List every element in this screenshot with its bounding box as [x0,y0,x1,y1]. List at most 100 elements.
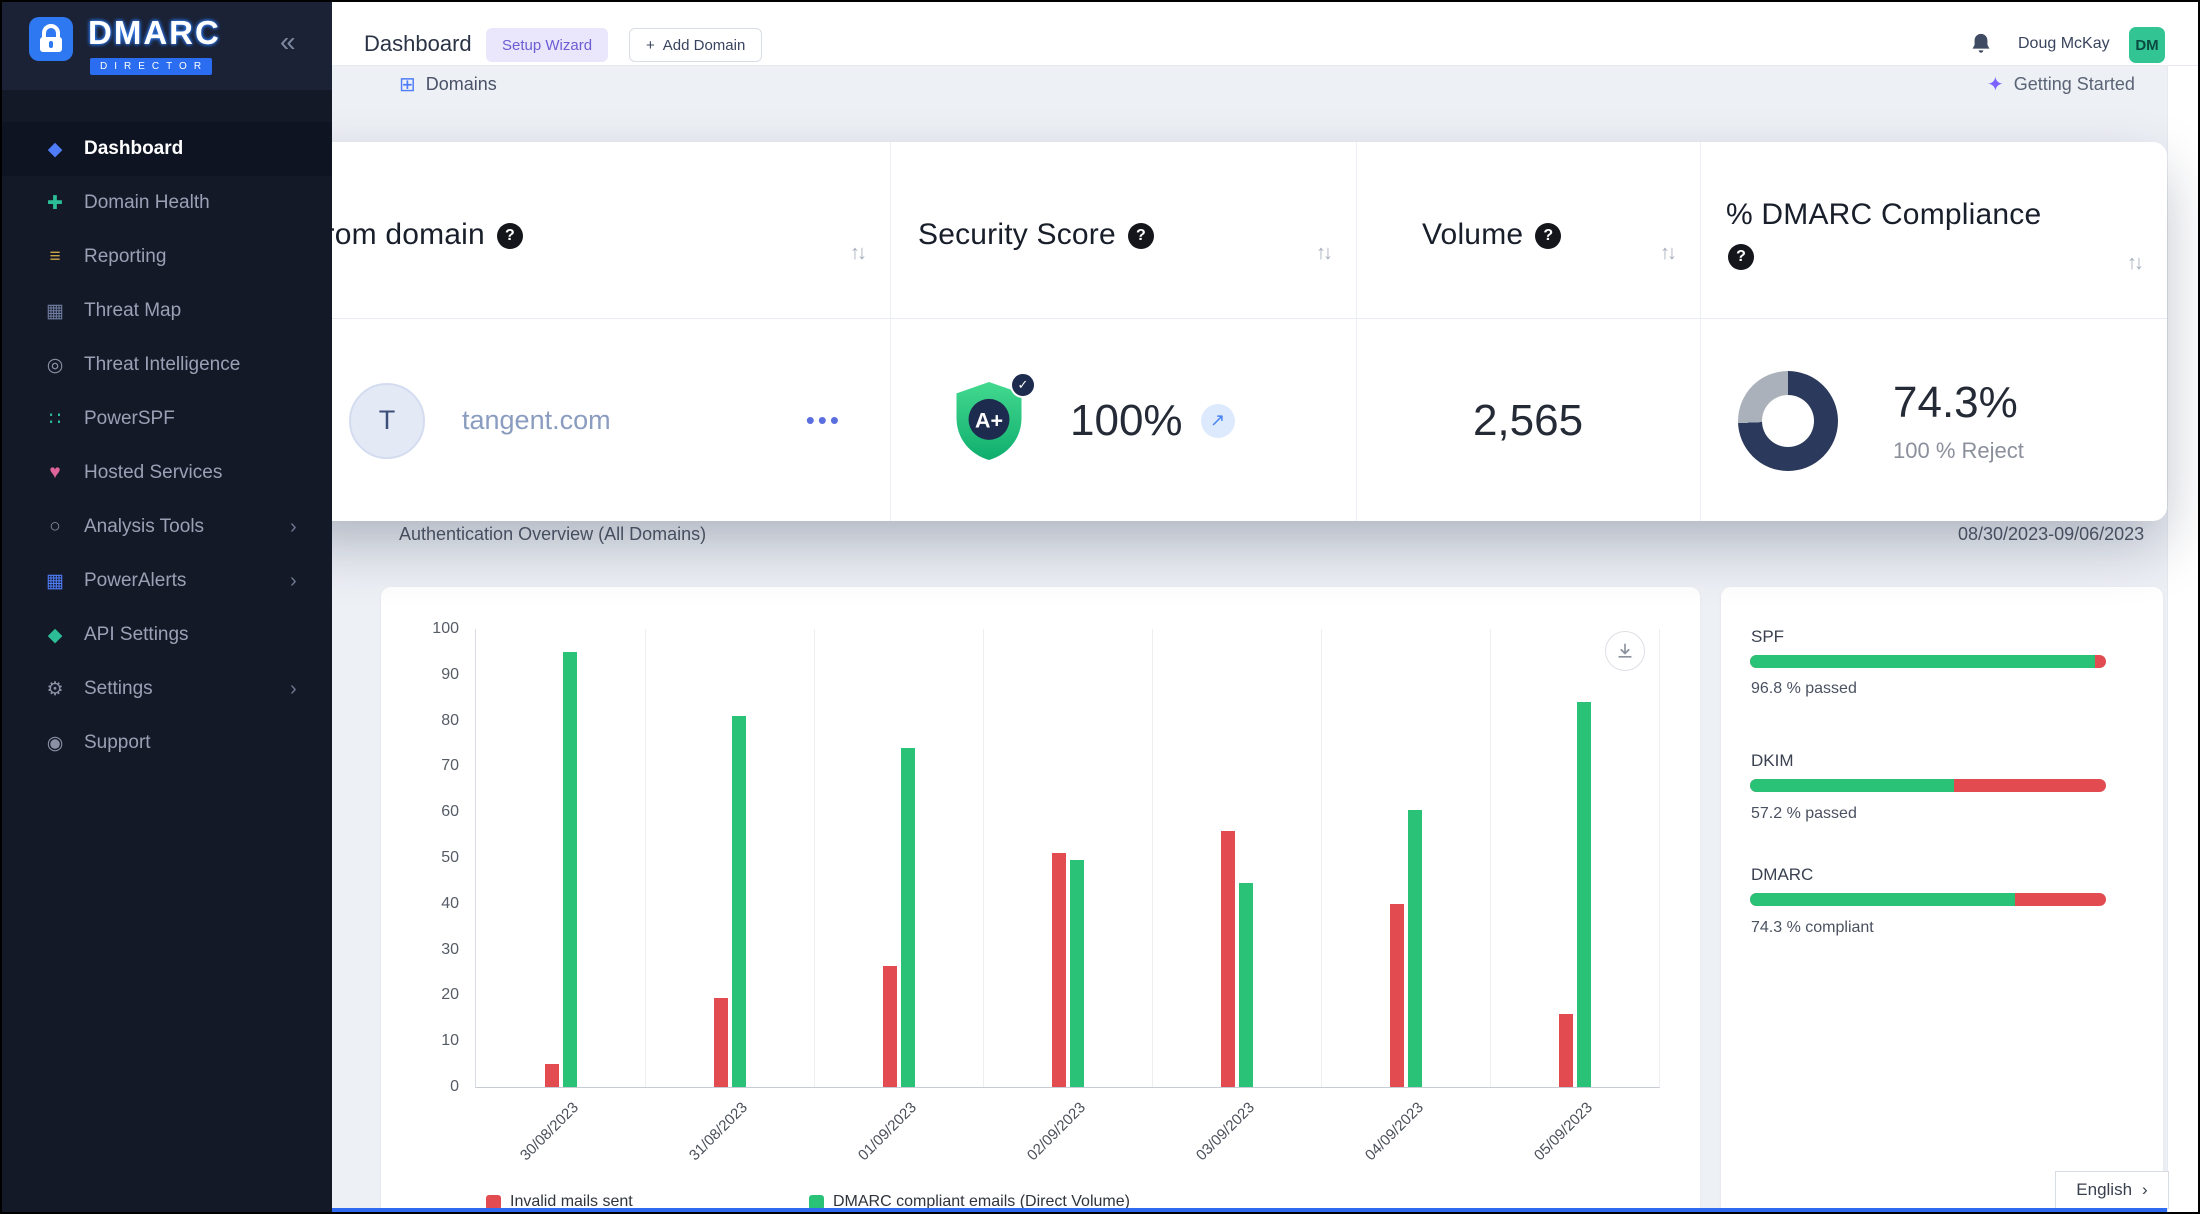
chart-plot [475,629,1660,1088]
bar-invalid-mails [545,1064,559,1087]
section-title: Authentication Overview (All Domains) [399,524,706,545]
y-tick-label: 60 [381,803,459,821]
y-tick-label: 10 [381,1032,459,1050]
cell-volume: 2,565 [1356,319,1700,522]
sidebar-item-powerspf[interactable]: ∷ PowerSPF [2,392,332,446]
date-range[interactable]: 08/30/2023-09/06/2023 [1958,524,2144,545]
spf-progress-fill [1750,655,2095,668]
column-header-security-score[interactable]: Security Score? ↑↓ [890,142,1356,318]
help-icon[interactable]: ? [497,223,523,249]
help-icon[interactable]: ? [1128,223,1154,249]
bar-dmarc-compliant [1070,860,1084,1087]
sidebar-item-api-settings[interactable]: ◆ API Settings [2,608,332,662]
sidebar-item-analysis-tools[interactable]: ○ Analysis Tools › [2,500,332,554]
row-menu-dots-icon[interactable]: ••• [806,405,842,436]
domain-summary-card: From domain? ↑↓ Security Score? ↑↓ Volum… [282,142,2167,521]
dkim-passed-text: 57.2 % passed [1751,805,1857,823]
sidebar-item-label: Threat Intelligence [84,354,240,376]
dmarc-progress-bar [1750,893,2106,906]
scrollbar-gutter[interactable] [2167,65,2200,1214]
column-title: Security Score [918,218,1116,251]
user-name[interactable]: Doug McKay [2018,35,2110,53]
grid-icon: ▦ [40,570,70,593]
sort-icon[interactable]: ↑↓ [1660,242,1674,265]
y-tick-label: 80 [381,712,459,730]
sidebar-item-reporting[interactable]: ≡ Reporting [2,230,332,284]
dmarc-label: DMARC [1751,865,1813,885]
sidebar-item-label: PowerSPF [84,408,175,430]
column-title: From domain [306,218,485,251]
help-icon[interactable]: ? [1728,244,1754,270]
security-score-value: 100% [1070,396,1183,446]
chevron-right-icon: › [290,570,297,593]
y-tick-label: 100 [381,620,459,638]
bar-dmarc-compliant [563,652,577,1087]
sidebar-item-support[interactable]: ◉ Support [2,716,332,770]
domain-link[interactable]: tangent.com [462,405,611,436]
getting-started-label: Getting Started [2014,74,2135,95]
dkim-progress-bar [1750,779,2106,792]
y-tick-label: 20 [381,986,459,1004]
sort-icon[interactable]: ↑↓ [1316,242,1330,265]
bar-dmarc-compliant [1577,702,1591,1087]
brand-name: DMARC [88,14,221,52]
lifering-icon: ◉ [40,732,70,755]
sidebar-item-label: Dashboard [84,138,183,160]
gridline [1321,629,1322,1087]
sidebar-item-label: PowerAlerts [84,570,186,592]
bar-dmarc-compliant [732,716,746,1087]
sidebar-item-poweralerts[interactable]: ▦ PowerAlerts › [2,554,332,608]
gridline [1490,629,1491,1087]
auth-results-panel: SPF 96.8 % passed DKIM 57.2 % passed DMA… [1721,587,2163,1214]
chevron-right-icon: › [290,516,297,539]
getting-started-icon: ✦ [1987,72,2004,97]
sort-icon[interactable]: ↑↓ [2127,252,2141,275]
open-score-arrow-icon[interactable]: ↗ [1201,404,1235,438]
brand-lock-icon [28,16,74,62]
sidebar-item-settings[interactable]: ⚙ Settings › [2,662,332,716]
add-domain-button[interactable]: +Add Domain [629,28,762,62]
auth-overview-chart-card: 0102030405060708090100 30/08/202331/08/2… [381,587,1700,1214]
language-selector[interactable]: English › [2055,1171,2169,1209]
sidebar-item-label: Domain Health [84,192,210,214]
page-title: Dashboard [364,31,472,57]
sidebar-item-label: Hosted Services [84,462,222,484]
sidebar-item-label: API Settings [84,624,189,646]
column-header-dmarc-compliance[interactable]: % DMARC Compliance? ↑↓ [1700,142,2167,318]
sidebar-item-label: Analysis Tools [84,516,204,538]
setup-wizard-button[interactable]: Setup Wizard [486,28,608,62]
brand-subtitle: DIRECTOR [90,58,212,75]
compliance-value: 74.3% [1893,378,2024,428]
help-icon[interactable]: ? [1535,223,1561,249]
table-row: T tangent.com ••• A+ ✓ 100% [282,318,2167,522]
bar-dmarc-compliant [901,748,915,1087]
plus-icon: + [646,37,655,54]
sidebar-item-dashboard[interactable]: ◆ Dashboard [2,122,332,176]
column-title: % DMARC Compliance [1726,198,2041,231]
sidebar-item-domain-health[interactable]: ✚ Domain Health [2,176,332,230]
domain-avatar: T [349,383,425,459]
sidebar-item-hosted-services[interactable]: ♥ Hosted Services [2,446,332,500]
user-avatar[interactable]: DM [2129,27,2165,63]
gridline [983,629,984,1087]
sidebar-item-threat-map[interactable]: ▦ Threat Map [2,284,332,338]
app-window: DMARC DIRECTOR « ◆ Dashboard ✚ Domain He… [0,0,2200,1214]
y-tick-label: 0 [381,1078,459,1096]
gridline [645,629,646,1087]
report-icon: ≡ [40,246,70,268]
column-header-from-domain[interactable]: From domain? ↑↓ [282,142,890,318]
sidebar-collapse-button[interactable]: « [280,26,296,58]
chart-download-button[interactable] [1605,631,1645,671]
domains-icon: ⊞ [399,72,416,97]
column-header-volume[interactable]: Volume? ↑↓ [1356,142,1700,318]
sort-icon[interactable]: ↑↓ [850,242,864,265]
circle-icon: ○ [40,516,70,538]
y-tick-label: 90 [381,666,459,684]
security-shield-icon: A+ ✓ [950,378,1028,464]
y-axis-labels: 0102030405060708090100 [381,587,465,1147]
bar-dmarc-compliant [1408,810,1422,1087]
bottom-accent-strip [332,1208,2167,1214]
sidebar-item-threat-intelligence[interactable]: ◎ Threat Intelligence [2,338,332,392]
notifications-bell-icon[interactable] [1970,32,1992,56]
getting-started-link[interactable]: ✦ Getting Started [1987,72,2135,97]
